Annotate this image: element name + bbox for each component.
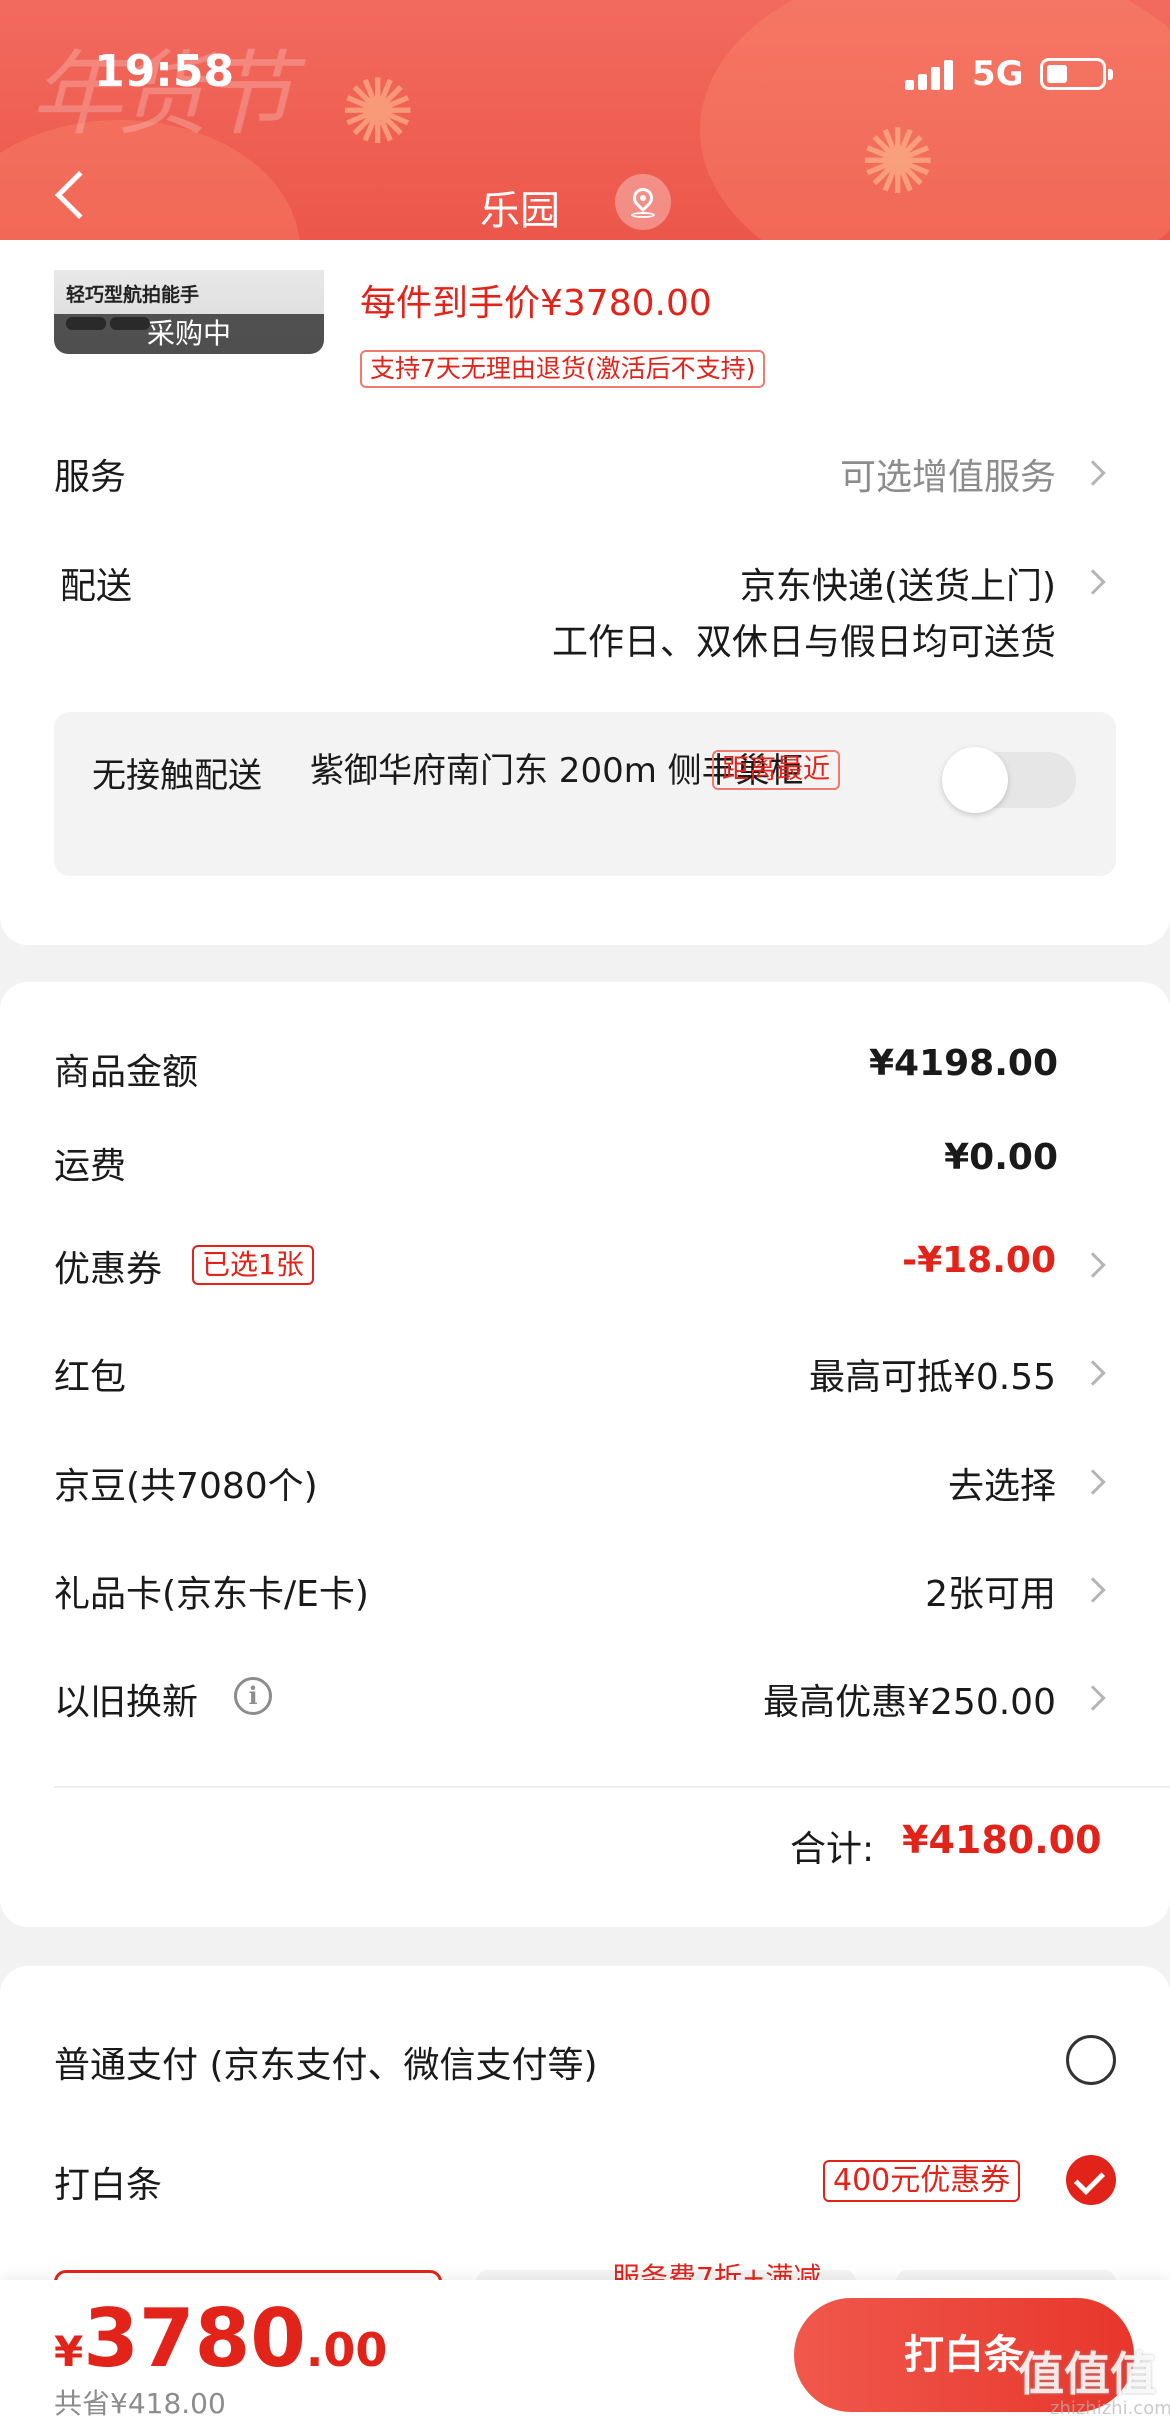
- jingdou-value[interactable]: 去选择: [948, 1457, 1056, 1509]
- trade-in-value[interactable]: 最高优惠¥250.00: [763, 1673, 1056, 1725]
- divider: [54, 1786, 1170, 1788]
- total-value: ¥4180.00: [902, 1818, 1102, 1862]
- nearest-tag: 距离最近: [712, 750, 840, 790]
- watermark-url: zhizhizhi.com: [1050, 2398, 1170, 2419]
- info-icon[interactable]: i: [234, 1677, 272, 1715]
- coupon-selected-tag: 已选1张: [192, 1245, 314, 1285]
- installment-promo-text: 服务费7折+满减: [612, 2261, 822, 2282]
- delivery-label: 配送: [60, 566, 133, 607]
- red-packet-value[interactable]: 最高可抵¥0.55: [809, 1348, 1056, 1400]
- normal-payment-radio[interactable]: [1066, 2035, 1116, 2085]
- firework-decoration: ✺: [340, 60, 416, 165]
- trade-in-label: 以旧换新: [54, 1682, 199, 1723]
- final-price: ¥3780.00: [54, 2292, 387, 2385]
- contactless-toggle[interactable]: [942, 747, 1076, 813]
- price-decimal: .00: [305, 2323, 388, 2377]
- return-policy-tag: 支持7天无理由退货(激活后不支持): [360, 350, 766, 388]
- shipping-label: 运费: [54, 1146, 127, 1187]
- baitiao-coupon-tag: 400元优惠券: [823, 2160, 1021, 2202]
- price-currency: ¥: [54, 2327, 84, 2376]
- product-name: 轻巧型航拍能手: [66, 284, 200, 306]
- service-label: 服务: [54, 457, 127, 498]
- service-value[interactable]: 可选增值服务: [840, 448, 1056, 500]
- coupon-value[interactable]: -¥18.00: [902, 1240, 1056, 1281]
- total-label: 合计:: [790, 1829, 875, 1870]
- firework-decoration: ✺: [860, 110, 936, 215]
- baitiao-label[interactable]: 打白条: [54, 2156, 162, 2208]
- normal-payment-label[interactable]: 普通支付 (京东支付、微信支付等): [54, 2036, 598, 2088]
- product-status: 采购中: [54, 314, 324, 354]
- product-thumbnail[interactable]: 轻巧型航拍能手 采购中: [54, 270, 324, 354]
- delivery-method[interactable]: 京东快递(送货上门): [740, 557, 1056, 609]
- contactless-delivery-box: 无接触配送 紫御华府南门东 200m 侧丰巢柜 距离最近: [54, 712, 1116, 876]
- unit-price: 每件到手价¥3780.00: [360, 283, 712, 324]
- saved-amount: 共省¥418.00: [54, 2387, 226, 2420]
- gift-card-label: 礼品卡(京东卡/E卡): [54, 1574, 369, 1615]
- goods-amount-label: 商品金额: [54, 1052, 199, 1093]
- location-pin-icon[interactable]: [615, 174, 671, 230]
- contactless-label: 无接触配送: [92, 756, 262, 796]
- watermark-logo: 值值值: [1018, 2347, 1156, 2401]
- header: 年货节 ✺ ✺ 19:58 5G 乐园: [0, 0, 1170, 272]
- checkout-bar: ¥3780.00 共省¥418.00 打白条: [0, 2280, 1170, 2430]
- price-integer: 3780: [83, 2292, 306, 2385]
- goods-amount-value: ¥4198.00: [868, 1043, 1058, 1084]
- battery-icon: [1040, 58, 1113, 90]
- jingdou-label: 京豆(共7080个): [54, 1466, 318, 1507]
- status-time: 19:58: [94, 46, 235, 97]
- gift-card-value[interactable]: 2张可用: [925, 1565, 1056, 1617]
- page-title: 乐园: [480, 188, 560, 234]
- red-packet-label: 红包: [54, 1357, 127, 1398]
- baitiao-radio-checked[interactable]: [1066, 2155, 1116, 2205]
- shipping-value: ¥0.00: [944, 1137, 1058, 1178]
- signal-icon: [905, 58, 955, 90]
- network-type: 5G: [972, 54, 1024, 94]
- coupon-label: 优惠券: [54, 1249, 163, 1290]
- delivery-schedule: 工作日、双休日与假日均可送货: [551, 622, 1056, 663]
